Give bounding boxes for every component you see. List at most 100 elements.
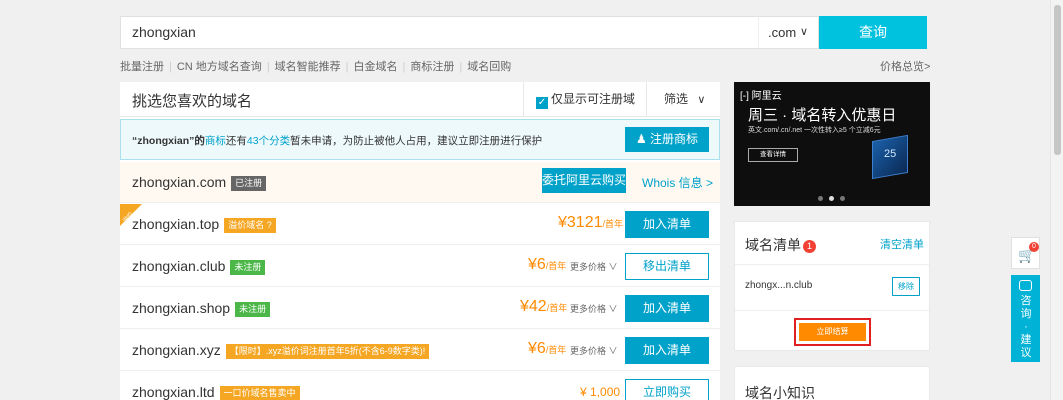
scrollbar-thumb[interactable] [1054,5,1061,155]
price-overview-link[interactable]: 价格总览> [880,58,930,74]
domain-row: 溢价 zhongxian.top 溢价域名 ? ¥3121/首年 加入清单 [120,204,720,245]
chevron-down-icon: ∨ [608,346,618,356]
suffix-select[interactable]: .com ∨ [758,16,819,49]
domain-knowledge-panel: 域名小知识 [734,366,930,400]
results-header: 挑选您喜欢的域名 ✓仅显示可注册域名 筛选 ∨ [120,82,720,141]
divider [735,310,931,311]
more-prices-label: 更多价格 [570,304,607,314]
user-plus-icon: ♟ [635,132,647,146]
status-badge: 未注册 [235,302,271,317]
clear-list-link[interactable]: 清空清单 [880,236,924,252]
status-badge: 已注册 [231,176,267,191]
subnav-platinum[interactable]: 白金域名 [354,58,398,74]
price: ¥ 1,000 [580,385,620,399]
price-value: ¥42 [520,298,547,315]
buy-now-button[interactable]: 立即购买 [625,379,709,400]
subnav-smart-recommend[interactable]: 域名智能推荐 [275,58,341,74]
trademark-link[interactable]: 商标 [205,135,226,147]
remove-button[interactable]: 移除 [892,277,920,296]
domain-text: zhongxian.top [132,216,220,232]
banner-details-button[interactable]: 查看详情 [748,148,798,162]
filter-dropdown[interactable]: 筛选 ∨ [646,82,720,117]
more-prices-label: 更多价格 [570,262,607,272]
search-button[interactable]: 查询 [819,16,927,49]
domain-search-input[interactable]: zhongxian [120,16,758,49]
more-prices-dropdown[interactable]: 更多价格 ∨ [570,260,618,273]
list-item-domain: zhongx...n.club [745,280,813,291]
more-prices-dropdown[interactable]: 更多价格 ∨ [570,302,618,315]
status-badge: 未注册 [230,260,266,275]
category-count-link[interactable]: 43个分类 [247,135,290,147]
price-value: ¥ 1,000 [580,385,621,399]
subnav-trademark[interactable]: 商标注册 [410,58,454,74]
subnav-buyback[interactable]: 域名回购 [467,58,511,74]
price-unit: /首年 [602,219,624,229]
domain-row: zhongxian.ltd 一口价域名售卖中 ¥ 1,000 立即购买 [120,372,720,400]
carousel-dot[interactable] [818,196,823,201]
domain-row: zhongxian.shop 未注册 ¥42/首年 更多价格 ∨ 加入清单 [120,288,720,329]
page-title: 挑选您喜欢的域名 [132,93,253,110]
domain-name: zhongxian.top 溢价域名 ? [132,216,276,233]
notice-mid: 还有 [225,135,247,147]
more-prices-dropdown[interactable]: 更多价格 ∨ [570,344,618,357]
search-area: zhongxian .com ∨ 查询 批量注册 | CN 地方域名查询 | 域名智能推… [0,0,1050,82]
checkout-button[interactable]: 立即结算 [799,323,866,341]
help-icon[interactable]: ? [267,220,272,230]
notice-rest: 暂未申请，为防止被他人占用，建议立即注册进行保护 [290,135,543,147]
add-to-list-button[interactable]: 加入清单 [625,211,709,238]
price-value: ¥6 [528,256,546,273]
scrollbar[interactable] [1050,0,1063,400]
domain-list-title: 域名清单 1 [745,235,816,255]
count-badge: 1 [803,240,816,253]
only-available-toggle[interactable]: ✓仅显示可注册域名 [523,82,646,141]
divider: | [345,61,349,73]
carousel-dot[interactable] [829,196,834,201]
divider [735,264,931,265]
chevron-down-icon: ∨ [697,94,706,106]
whois-link[interactable]: Whois 信息 > [642,174,713,191]
domain-name: zhongxian.ltd 一口价域名售卖中 [132,384,300,400]
price: ¥6/首年 [528,340,566,358]
domain-text: zhongxian.shop [132,300,231,316]
add-to-list-button[interactable]: 加入清单 [625,295,709,322]
entrust-purchase-button[interactable]: 委托阿里云购买 [542,168,626,193]
domain-name: zhongxian.shop 未注册 [132,300,271,317]
checkout-highlight: 立即结算 [794,318,871,346]
floating-cart-button[interactable]: 🛒 0 [1011,237,1040,269]
logo-text: 阿里云 [751,91,782,102]
checkbox-checked-icon[interactable]: ✓ [536,97,548,109]
aliyun-logo: [-] 阿里云 [740,91,782,102]
subnav-bulk-register[interactable]: 批量注册 [120,58,164,74]
remove-from-list-button[interactable]: 移出清单 [625,253,709,280]
filter-label: 筛选 [664,92,689,106]
promo-badge: 【限时】.xyz溢价词注册首年5折(不含6-9数字类)! [225,344,430,359]
cart-count-badge: 0 [1029,242,1039,252]
carousel-dots[interactable] [818,188,851,206]
trademark-notice: “zhongxian”的商标还有43个分类暂未申请，为防止被他人占用，建议立即注… [120,119,720,160]
subnav-cn-local[interactable]: CN 地方域名查询 [177,58,262,74]
promo-banner[interactable]: [-] 阿里云 周三 · 域名转入优惠日 英文.com/.cn/.net 一次性… [734,82,930,206]
add-to-list-button[interactable]: 加入清单 [625,337,709,364]
domain-text: zhongxian.ltd [132,384,215,400]
price-unit: /首年 [545,261,567,271]
domain-text: zhongxian.club [132,258,226,274]
consult-label: 咨询·建议 [1020,295,1032,359]
status-badge: 溢价域名 ? [224,218,276,233]
chat-icon [1019,280,1032,291]
results-panel: 挑选您喜欢的域名 ✓仅显示可注册域名 筛选 ∨ “zhongxian”的商标还有… [120,82,720,400]
price: ¥3121/首年 [558,214,623,232]
consult-suggest-button[interactable]: 咨询·建议 [1011,275,1040,362]
domain-list-panel: 域名清单 1 清空清单 zhongx...n.club 移除 立即结算 [734,221,931,351]
price-value: ¥3121 [558,214,603,231]
chevron-down-icon: ∨ [608,262,618,272]
price: ¥6/首年 [528,256,566,274]
banner-subtitle: 英文.com/.cn/.net 一次性转入≥5 个立减6元 [748,127,881,134]
carousel-dot[interactable] [840,196,845,201]
cube-number: 25 [884,148,897,160]
register-trademark-button[interactable]: ♟ 注册商标 [625,127,709,152]
domain-name: zhongxian.xyz 【限时】.xyz溢价词注册首年5折(不含6-9数字类)… [132,342,430,359]
domain-row: zhongxian.club 未注册 ¥6/首年 更多价格 ∨ 移出清单 [120,246,720,287]
promo-badge: 一口价域名售卖中 [219,386,300,400]
domain-name: zhongxian.club 未注册 [132,258,266,275]
domain-knowledge-title: 域名小知识 [745,385,815,400]
